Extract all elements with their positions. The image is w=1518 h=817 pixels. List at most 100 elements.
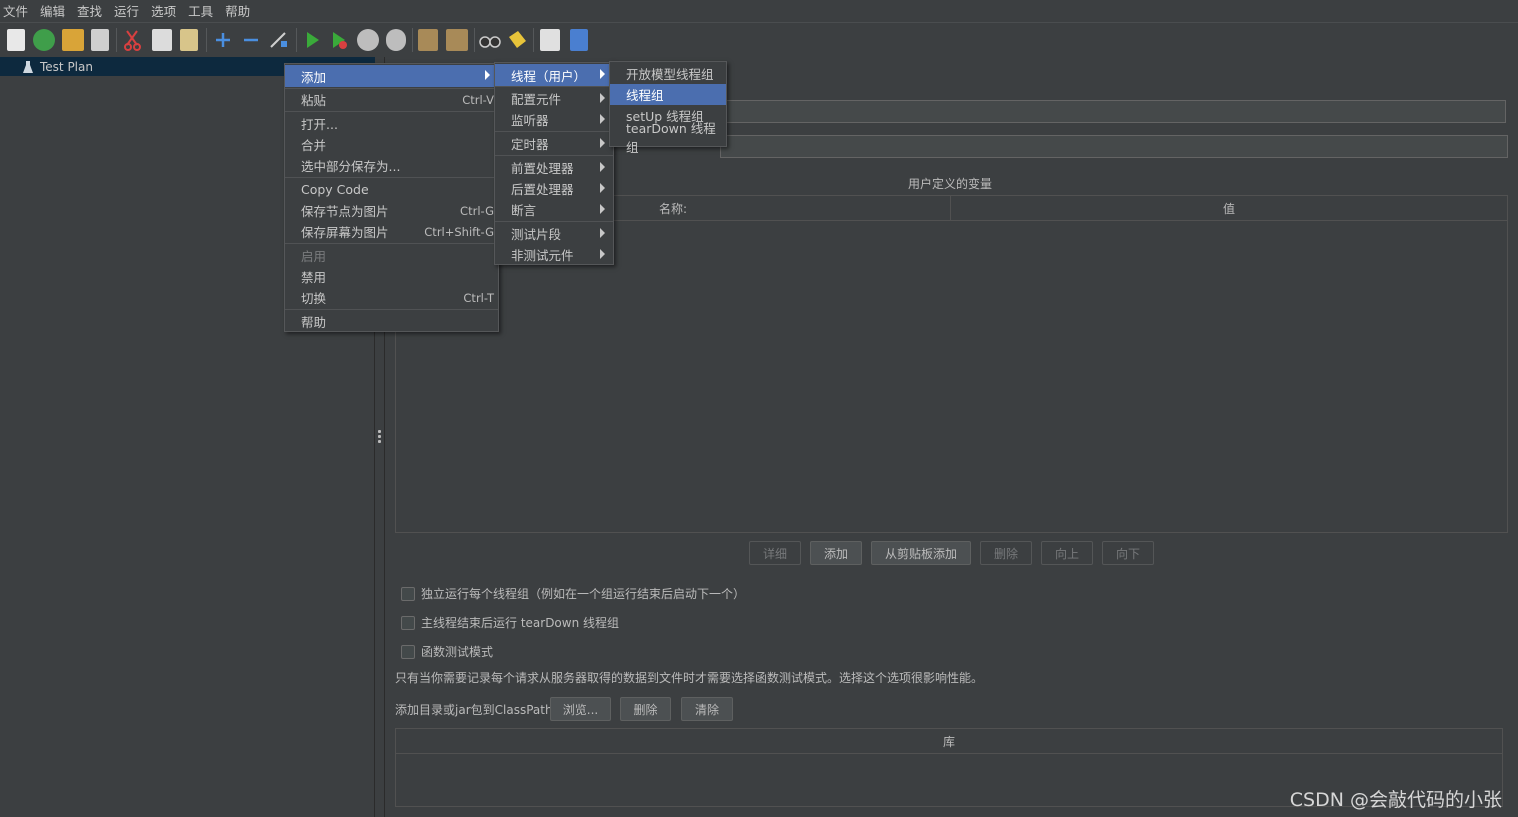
menu-bar: 文件 编辑 查找 运行 选项 工具 帮助: [0, 0, 1518, 21]
delete-button[interactable]: 删除: [980, 541, 1032, 565]
cut-icon[interactable]: [123, 29, 143, 51]
help-icon[interactable]: [570, 29, 588, 51]
menu-item-copy-code[interactable]: Copy Code: [285, 179, 498, 200]
serial-thread-groups-label: 独立运行每个线程组（例如在一个组运行结束后启动下一个）: [421, 587, 746, 601]
reset-search-icon[interactable]: [506, 29, 528, 51]
serial-thread-groups-row[interactable]: 独立运行每个线程组（例如在一个组运行结束后启动下一个）: [401, 585, 745, 602]
submenu-item-threads[interactable]: 线程（用户）: [495, 64, 613, 86]
start-icon[interactable]: [303, 29, 321, 51]
submenu-item-timer[interactable]: 定时器: [495, 133, 613, 154]
copy-icon[interactable]: [152, 29, 172, 51]
functional-mode-checkbox[interactable]: [401, 644, 415, 659]
menu-item-shortcut: Ctrl+Shift-G: [424, 224, 494, 239]
submenu-item-pre-processor[interactable]: 前置处理器: [495, 157, 613, 178]
menu-tools[interactable]: 工具: [188, 1, 213, 20]
toggle-icon[interactable]: [268, 29, 290, 51]
menu-item-enable[interactable]: 启用: [285, 245, 498, 266]
library-header-label: 库: [942, 734, 955, 749]
down-button[interactable]: 向下: [1102, 541, 1154, 565]
menu-item-label: 监听器: [511, 113, 549, 128]
clear-icon[interactable]: [418, 29, 438, 51]
menu-item-save-screen-image[interactable]: 保存屏幕为图片 Ctrl+Shift-G: [285, 221, 498, 242]
menu-item-label: 切换: [301, 291, 327, 306]
save-icon[interactable]: [91, 29, 109, 51]
shutdown-icon[interactable]: [386, 29, 406, 51]
menu-item-shortcut: Ctrl-T: [463, 290, 494, 305]
menu-item-disable[interactable]: 禁用: [285, 266, 498, 287]
col-value-header[interactable]: 值: [951, 196, 1507, 221]
menu-item-shortcut: Ctrl-V: [462, 92, 494, 107]
function-helper-icon[interactable]: [540, 29, 560, 51]
menu-item-merge[interactable]: 合并: [285, 134, 498, 155]
menu-item-label: 非测试元件: [511, 248, 574, 263]
submenu-item-thread-group[interactable]: 线程组: [610, 84, 726, 105]
menu-item-save-node-image[interactable]: 保存节点为图片 Ctrl-G: [285, 200, 498, 221]
up-button[interactable]: 向上: [1041, 541, 1093, 565]
clear-all-icon[interactable]: [446, 29, 468, 51]
submenu-item-test-fragment[interactable]: 测试片段: [495, 223, 613, 244]
add-from-clipboard-button[interactable]: 从剪贴板添加: [871, 541, 971, 565]
search-icon[interactable]: [479, 29, 501, 51]
expand-icon[interactable]: [213, 29, 233, 51]
menu-item-label: 前置处理器: [511, 161, 574, 176]
menu-item-label: 禁用: [301, 270, 327, 285]
submenu-item-config[interactable]: 配置元件: [495, 88, 613, 109]
menu-item-toggle[interactable]: 切换 Ctrl-T: [285, 287, 498, 308]
chevron-right-icon: [600, 183, 605, 193]
teardown-on-shutdown-row[interactable]: 主线程结束后运行 tearDown 线程组: [401, 614, 619, 631]
menu-item-label: 线程组: [626, 88, 664, 103]
menu-item-label: 帮助: [301, 315, 327, 330]
name-field[interactable]: [720, 100, 1506, 123]
menu-item-open[interactable]: 打开...: [285, 113, 498, 134]
open-icon[interactable]: [62, 29, 84, 51]
splitter-grip: [378, 430, 381, 433]
menu-run[interactable]: 运行: [114, 1, 139, 20]
menu-item-shortcut: Ctrl-G: [460, 203, 494, 218]
tree-node-label: Test Plan: [40, 59, 93, 74]
new-icon[interactable]: [7, 29, 25, 51]
functional-mode-row[interactable]: 函数测试模式: [401, 643, 493, 660]
menu-separator: [495, 221, 613, 222]
menu-help[interactable]: 帮助: [225, 1, 250, 20]
menu-item-label: 定时器: [511, 137, 549, 152]
teardown-on-shutdown-checkbox[interactable]: [401, 615, 415, 630]
menu-edit[interactable]: 编辑: [40, 1, 65, 20]
menu-item-paste[interactable]: 粘贴 Ctrl-V: [285, 89, 498, 110]
menu-item-help[interactable]: 帮助: [285, 311, 498, 332]
menu-item-label: 保存节点为图片: [301, 204, 389, 219]
chevron-right-icon: [600, 69, 605, 79]
submenu-item-non-test[interactable]: 非测试元件: [495, 244, 613, 265]
submenu-item-assertion[interactable]: 断言: [495, 199, 613, 220]
classpath-clear-button[interactable]: 清除: [681, 697, 733, 721]
comments-field[interactable]: [720, 135, 1508, 158]
detail-button[interactable]: 详细: [749, 541, 801, 565]
menu-options[interactable]: 选项: [151, 1, 176, 20]
paste-icon[interactable]: [180, 29, 198, 51]
toolbar-separator: [116, 28, 117, 52]
menu-item-save-selection[interactable]: 选中部分保存为...: [285, 155, 498, 176]
start-no-pause-icon[interactable]: [330, 29, 348, 51]
menu-file[interactable]: 文件: [3, 1, 28, 20]
stop-icon[interactable]: [357, 29, 379, 51]
menu-item-label: 启用: [301, 249, 327, 264]
menu-separator: [285, 177, 498, 178]
menu-item-add[interactable]: 添加: [285, 65, 498, 87]
chevron-right-icon: [600, 138, 605, 148]
menu-search[interactable]: 查找: [77, 1, 102, 20]
submenu-item-post-processor[interactable]: 后置处理器: [495, 178, 613, 199]
library-header[interactable]: 库: [396, 729, 1502, 754]
browse-button[interactable]: 浏览...: [550, 697, 611, 721]
chevron-right-icon: [600, 228, 605, 238]
submenu-item-open-model-thread-group[interactable]: 开放模型线程组: [610, 63, 726, 84]
menu-item-label: tearDown 线程组: [626, 120, 716, 155]
menu-separator: [285, 243, 498, 244]
menu-item-label: 后置处理器: [511, 182, 574, 197]
submenu-item-listener[interactable]: 监听器: [495, 109, 613, 130]
submenu-item-teardown-thread-group[interactable]: tearDown 线程组: [610, 121, 726, 155]
add-button[interactable]: 添加: [810, 541, 862, 565]
toolbar-separator: [474, 28, 475, 52]
templates-icon[interactable]: [33, 29, 55, 51]
collapse-icon[interactable]: [241, 29, 261, 51]
classpath-delete-button[interactable]: 删除: [620, 697, 671, 721]
serial-thread-groups-checkbox[interactable]: [401, 586, 415, 601]
